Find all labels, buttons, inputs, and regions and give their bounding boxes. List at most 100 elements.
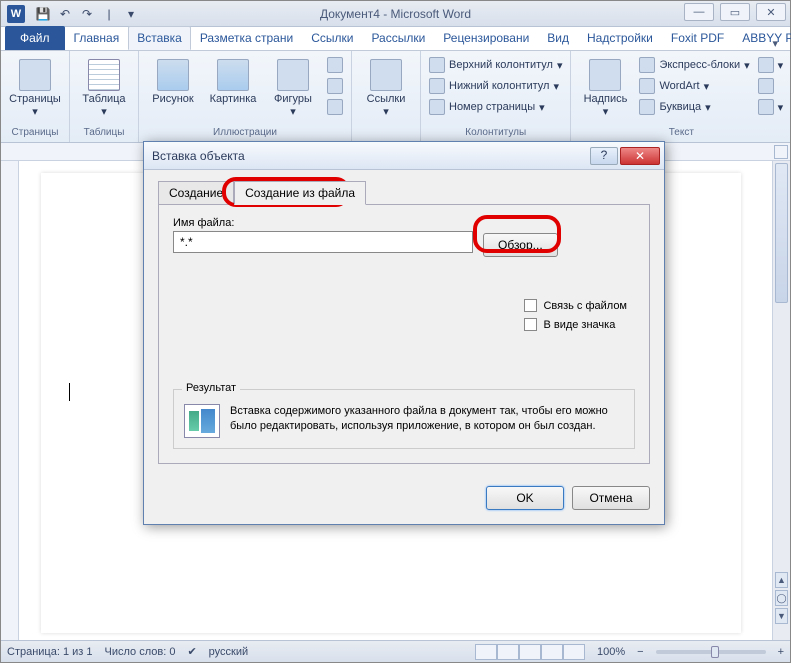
checkbox-icon (524, 318, 537, 331)
quickparts-button[interactable]: Экспресс-блоки ▾ (637, 55, 751, 75)
picture-label: Рисунок (152, 93, 194, 105)
shapes-button[interactable]: Фигуры▾ (265, 55, 321, 127)
view-print-layout[interactable] (475, 644, 497, 660)
zoom-in-button[interactable]: + (778, 646, 784, 658)
dialog-title: Вставка объекта (152, 149, 590, 163)
wordart-button[interactable]: WordArt ▾ (637, 76, 751, 96)
link-to-file-checkbox[interactable]: Связь с файлом (524, 299, 627, 312)
dialog-titlebar[interactable]: Вставка объекта ? ✕ (144, 142, 664, 170)
tab-abbyy[interactable]: ABBYY PDF Trans (733, 26, 791, 50)
textbox-button[interactable]: Надпись▾ (577, 55, 633, 127)
status-page[interactable]: Страница: 1 из 1 (7, 646, 93, 658)
textbox-label: Надпись (584, 93, 628, 105)
view-draft[interactable] (563, 644, 585, 660)
dialog-help-button[interactable]: ? (590, 147, 618, 165)
status-language[interactable]: русский (209, 646, 248, 658)
links-button[interactable]: Ссылки▾ (358, 55, 414, 138)
tab-foxit[interactable]: Foxit PDF (662, 26, 733, 50)
ribbon-group-links: Ссылки▾ (352, 51, 421, 142)
scrollbar-thumb[interactable] (775, 163, 788, 303)
tab-references[interactable]: Ссылки (302, 26, 362, 50)
ok-button[interactable]: OK (486, 486, 564, 510)
links-label: Ссылки (367, 93, 406, 105)
close-button[interactable]: ✕ (756, 3, 786, 21)
qat-divider: | (99, 4, 119, 24)
qat-more-icon[interactable]: ▾ (121, 4, 141, 24)
zoom-slider-thumb[interactable] (711, 646, 719, 658)
object-button[interactable]: ▾ (756, 97, 786, 117)
scroll-next-icon[interactable]: ▼ (775, 608, 788, 624)
window-controls: — ▭ ✕ (684, 3, 786, 21)
ribbon-minimize-icon[interactable]: ▾ (772, 37, 778, 50)
view-outline[interactable] (541, 644, 563, 660)
tab-home[interactable]: Главная (65, 26, 129, 50)
table-button[interactable]: Таблица▾ (76, 55, 132, 127)
text-cursor (69, 383, 70, 401)
checkboxes: Связь с файлом В виде значка (524, 299, 627, 337)
tab-create-from-file[interactable]: Создание из файла (234, 181, 366, 205)
maximize-button[interactable]: ▭ (720, 3, 750, 21)
result-group: Результат Вставка содержимого указанного… (173, 389, 635, 449)
ribbon-group-tables: Таблица▾ Таблицы (70, 51, 139, 142)
view-web[interactable] (519, 644, 541, 660)
zoom-out-button[interactable]: − (637, 646, 643, 658)
datetime-button[interactable] (756, 76, 786, 96)
filename-input[interactable] (173, 231, 473, 253)
cancel-button[interactable]: Отмена (572, 486, 650, 510)
ribbon-group-pages: Страницы▾ Страницы (1, 51, 70, 142)
chart-button[interactable] (325, 76, 345, 96)
dropcap-button[interactable]: Буквица ▾ (637, 97, 751, 117)
scroll-browse-icon[interactable]: ◯ (775, 590, 788, 606)
tab-layout[interactable]: Разметка страни (191, 26, 302, 50)
scroll-prev-icon[interactable]: ▲ (775, 572, 788, 588)
minimize-button[interactable]: — (684, 3, 714, 21)
pagenum-button[interactable]: Номер страницы ▾ (427, 97, 564, 117)
clipart-button[interactable]: Картинка (205, 55, 261, 127)
zoom-percent[interactable]: 100% (597, 646, 625, 658)
ruler-toggle-icon[interactable] (774, 145, 788, 159)
picture-button[interactable]: Рисунок (145, 55, 201, 127)
signature-button[interactable]: ▾ (756, 55, 786, 75)
undo-icon[interactable]: ↶ (55, 4, 75, 24)
header-button[interactable]: Верхний колонтитул ▾ (427, 55, 564, 75)
tab-view[interactable]: Вид (538, 26, 578, 50)
result-icon (184, 404, 220, 438)
redo-icon[interactable]: ↷ (77, 4, 97, 24)
smartart-button[interactable] (325, 55, 345, 75)
zoom-slider[interactable] (656, 650, 766, 654)
tab-review[interactable]: Рецензировани (434, 26, 538, 50)
view-fullscreen[interactable] (497, 644, 519, 660)
dialog-buttons: OK Отмена (144, 476, 664, 524)
status-proofing-icon[interactable]: ✔ (187, 645, 196, 658)
footer-button[interactable]: Нижний колонтитул ▾ (427, 76, 564, 96)
group-label-text: Текст (577, 127, 785, 140)
result-description: Вставка содержимого указанного файла в д… (230, 404, 624, 434)
save-icon[interactable]: 💾 (33, 4, 53, 24)
window-title: Документ4 - Microsoft Word (320, 7, 471, 21)
tab-create-new[interactable]: Создание (158, 181, 234, 205)
group-label-tables: Таблицы (76, 127, 132, 140)
browse-button[interactable]: Обзор... (483, 233, 558, 257)
status-words[interactable]: Число слов: 0 (105, 646, 176, 658)
vertical-ruler[interactable] (1, 161, 19, 640)
pages-label: Страницы (9, 93, 61, 105)
statusbar: Страница: 1 из 1 Число слов: 0 ✔ русский… (1, 640, 790, 662)
tab-file[interactable]: Файл (5, 26, 65, 50)
tab-addins[interactable]: Надстройки (578, 26, 662, 50)
screenshot-button[interactable] (325, 97, 345, 117)
group-label-links (358, 138, 414, 140)
group-label-headers: Колонтитулы (427, 127, 564, 140)
group-label-illus: Иллюстрации (145, 127, 345, 140)
display-as-icon-checkbox[interactable]: В виде значка (524, 318, 627, 331)
tab-insert[interactable]: Вставка (128, 26, 191, 50)
ribbon-group-headers: Верхний колонтитул ▾ Нижний колонтитул ▾… (421, 51, 571, 142)
dialog-close-button[interactable]: ✕ (620, 147, 660, 165)
pages-button[interactable]: Страницы▾ (7, 55, 63, 127)
tab-mailings[interactable]: Рассылки (362, 26, 434, 50)
vertical-scrollbar[interactable]: ▲ ◯ ▼ (772, 161, 790, 640)
ribbon-group-text: Надпись▾ Экспресс-блоки ▾ WordArt ▾ Букв… (571, 51, 791, 142)
ribbon: Страницы▾ Страницы Таблица▾ Таблицы Рису… (1, 51, 790, 143)
ribbon-tabs: Файл Главная Вставка Разметка страни Ссы… (1, 27, 790, 51)
dialog-body: Создание Создание из файла Имя файла: Об… (144, 170, 664, 476)
dialog-tabs: Создание Создание из файла (158, 180, 650, 204)
